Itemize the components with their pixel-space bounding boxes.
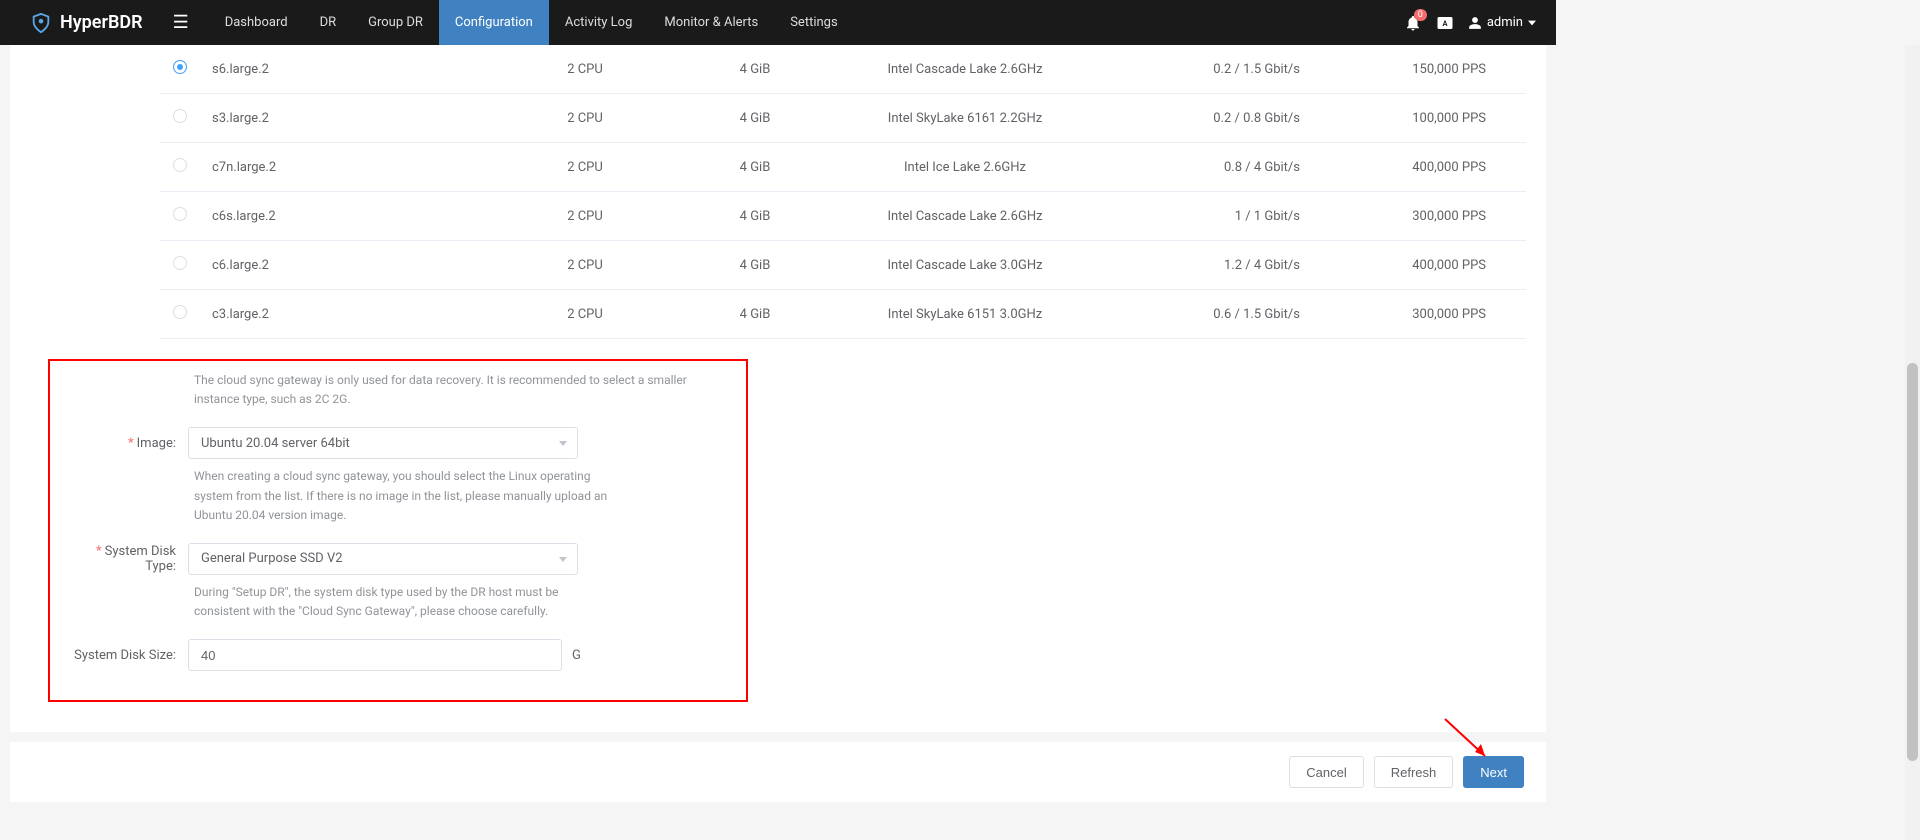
instance-radio[interactable] bbox=[173, 158, 187, 172]
notification-badge: 0 bbox=[1414, 9, 1427, 21]
table-row[interactable]: c3.large.22 CPU4 GiBIntel SkyLake 6151 3… bbox=[160, 290, 1526, 339]
menu-toggle-icon[interactable]: ☰ bbox=[173, 12, 189, 33]
instance-radio[interactable] bbox=[173, 109, 187, 123]
cancel-button[interactable]: Cancel bbox=[1289, 756, 1363, 788]
instance-pps: 100,000 PPS bbox=[1340, 94, 1526, 143]
instance-cpu: 2 CPU bbox=[500, 290, 670, 339]
instance-memory: 4 GiB bbox=[670, 143, 840, 192]
instance-memory: 4 GiB bbox=[670, 94, 840, 143]
instance-bandwidth: 0.2 / 0.8 Gbit/s bbox=[1090, 94, 1340, 143]
instance-name: c7n.large.2 bbox=[200, 143, 500, 192]
highlighted-form-section: The cloud sync gateway is only used for … bbox=[48, 359, 748, 702]
disk-type-row: *System Disk Type: General Purpose SSD V… bbox=[68, 543, 728, 575]
scrollbar-thumb[interactable] bbox=[1907, 363, 1918, 761]
notification-bell-icon[interactable]: 0 bbox=[1404, 14, 1422, 32]
language-icon[interactable]: A bbox=[1436, 14, 1454, 32]
instance-pps: 400,000 PPS bbox=[1340, 143, 1526, 192]
instance-card: s6.large.22 CPU4 GiBIntel Cascade Lake 2… bbox=[10, 45, 1546, 732]
disk-size-input[interactable] bbox=[188, 639, 562, 671]
nav-item-settings[interactable]: Settings bbox=[774, 0, 853, 45]
instance-memory: 4 GiB bbox=[670, 45, 840, 94]
instance-type-table: s6.large.22 CPU4 GiBIntel Cascade Lake 2… bbox=[160, 45, 1526, 339]
image-select-value: Ubuntu 20.04 server 64bit bbox=[201, 436, 350, 451]
image-hint: When creating a cloud sync gateway, you … bbox=[194, 467, 609, 525]
instance-pps: 300,000 PPS bbox=[1340, 192, 1526, 241]
instance-pps: 150,000 PPS bbox=[1340, 45, 1526, 94]
instance-pps: 300,000 PPS bbox=[1340, 290, 1526, 339]
table-row[interactable]: c6s.large.22 CPU4 GiBIntel Cascade Lake … bbox=[160, 192, 1526, 241]
instance-bandwidth: 0.2 / 1.5 Gbit/s bbox=[1090, 45, 1340, 94]
instance-radio[interactable] bbox=[173, 207, 187, 221]
image-row: *Image: Ubuntu 20.04 server 64bit bbox=[68, 427, 728, 459]
disk-type-select[interactable]: General Purpose SSD V2 bbox=[188, 543, 578, 575]
disk-size-unit: G bbox=[572, 648, 581, 663]
image-select[interactable]: Ubuntu 20.04 server 64bit bbox=[188, 427, 578, 459]
instance-memory: 4 GiB bbox=[670, 241, 840, 290]
refresh-button[interactable]: Refresh bbox=[1374, 756, 1454, 788]
gateway-form: The cloud sync gateway is only used for … bbox=[10, 339, 1546, 732]
table-row[interactable]: c6.large.22 CPU4 GiBIntel Cascade Lake 3… bbox=[160, 241, 1526, 290]
instance-bandwidth: 1.2 / 4 Gbit/s bbox=[1090, 241, 1340, 290]
instance-name: c6.large.2 bbox=[200, 241, 500, 290]
instance-name: s6.large.2 bbox=[200, 45, 500, 94]
instance-cpu-model: Intel Cascade Lake 2.6GHz bbox=[840, 192, 1090, 241]
content: s6.large.22 CPU4 GiBIntel Cascade Lake 2… bbox=[0, 45, 1556, 802]
user-menu[interactable]: admin bbox=[1468, 15, 1536, 30]
disk-type-label: *System Disk Type: bbox=[68, 544, 188, 574]
instance-cpu-model: Intel Ice Lake 2.6GHz bbox=[840, 143, 1090, 192]
instance-cpu-model: Intel Cascade Lake 2.6GHz bbox=[840, 45, 1090, 94]
chevron-down-icon bbox=[1528, 19, 1536, 27]
instance-cpu: 2 CPU bbox=[500, 192, 670, 241]
brand-shield-icon bbox=[30, 12, 52, 34]
instance-name: s3.large.2 bbox=[200, 94, 500, 143]
instance-cpu: 2 CPU bbox=[500, 241, 670, 290]
main-nav: DashboardDRGroup DRConfigurationActivity… bbox=[209, 0, 854, 45]
nav-item-configuration[interactable]: Configuration bbox=[439, 0, 549, 45]
topbar-right: 0 A admin bbox=[1404, 14, 1536, 32]
instance-cpu: 2 CPU bbox=[500, 45, 670, 94]
instance-memory: 4 GiB bbox=[670, 192, 840, 241]
next-button[interactable]: Next bbox=[1463, 756, 1524, 788]
instance-cpu: 2 CPU bbox=[500, 143, 670, 192]
instance-cpu-model: Intel SkyLake 6161 2.2GHz bbox=[840, 94, 1090, 143]
instance-memory: 4 GiB bbox=[670, 290, 840, 339]
instance-cpu-model: Intel Cascade Lake 3.0GHz bbox=[840, 241, 1090, 290]
instance-cpu-model: Intel SkyLake 6151 3.0GHz bbox=[840, 290, 1090, 339]
vertical-scrollbar[interactable] bbox=[1905, 45, 1920, 840]
user-name: admin bbox=[1487, 15, 1523, 30]
table-row[interactable]: s3.large.22 CPU4 GiBIntel SkyLake 6161 2… bbox=[160, 94, 1526, 143]
footer-actions: Cancel Refresh Next bbox=[10, 742, 1546, 802]
instance-radio[interactable] bbox=[173, 60, 187, 74]
disk-size-row: System Disk Size: G bbox=[68, 639, 728, 671]
instance-bandwidth: 0.6 / 1.5 Gbit/s bbox=[1090, 290, 1340, 339]
nav-item-dashboard[interactable]: Dashboard bbox=[209, 0, 304, 45]
brand: HyperBDR bbox=[30, 12, 143, 34]
table-row[interactable]: s6.large.22 CPU4 GiBIntel Cascade Lake 2… bbox=[160, 45, 1526, 94]
nav-item-dr[interactable]: DR bbox=[304, 0, 353, 45]
nav-item-activity-log[interactable]: Activity Log bbox=[549, 0, 649, 45]
brand-name: HyperBDR bbox=[60, 12, 143, 33]
instance-bandwidth: 1 / 1 Gbit/s bbox=[1090, 192, 1340, 241]
disk-type-hint: During "Setup DR", the system disk type … bbox=[194, 583, 609, 621]
instance-cpu: 2 CPU bbox=[500, 94, 670, 143]
instance-name: c6s.large.2 bbox=[200, 192, 500, 241]
table-row[interactable]: c7n.large.22 CPU4 GiBIntel Ice Lake 2.6G… bbox=[160, 143, 1526, 192]
disk-size-label: System Disk Size: bbox=[68, 648, 188, 663]
nav-item-group-dr[interactable]: Group DR bbox=[352, 0, 439, 45]
user-icon bbox=[1468, 16, 1482, 30]
image-label: *Image: bbox=[68, 436, 188, 451]
disk-type-select-value: General Purpose SSD V2 bbox=[201, 551, 343, 566]
instance-name: c3.large.2 bbox=[200, 290, 500, 339]
nav-item-monitor-alerts[interactable]: Monitor & Alerts bbox=[648, 0, 774, 45]
instance-bandwidth: 0.8 / 4 Gbit/s bbox=[1090, 143, 1340, 192]
instance-radio[interactable] bbox=[173, 256, 187, 270]
instance-radio[interactable] bbox=[173, 305, 187, 319]
instance-pps: 400,000 PPS bbox=[1340, 241, 1526, 290]
gateway-hint: The cloud sync gateway is only used for … bbox=[194, 371, 728, 409]
top-bar: HyperBDR ☰ DashboardDRGroup DRConfigurat… bbox=[0, 0, 1556, 45]
